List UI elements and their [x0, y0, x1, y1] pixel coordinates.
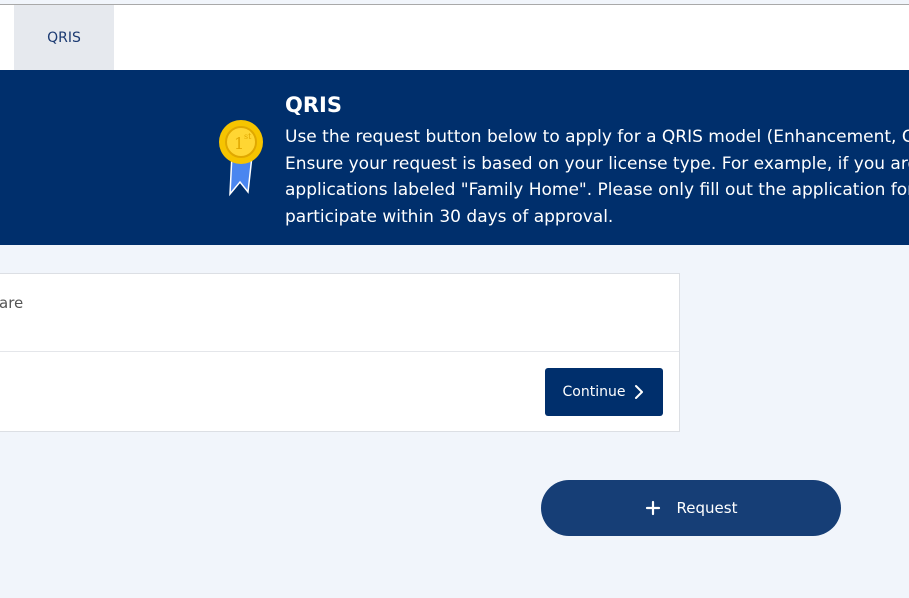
- request-label: Request: [676, 499, 738, 517]
- continue-button[interactable]: Continue: [545, 368, 663, 416]
- plus-icon: [645, 500, 660, 516]
- application-card: are Continue: [0, 273, 680, 432]
- card-partial-text: are: [0, 294, 24, 312]
- tab-bar: QRIS: [0, 5, 909, 70]
- banner-line: applications labeled "Family Home". Plea…: [285, 180, 909, 200]
- banner-line: Ensure your request is based on your lic…: [285, 153, 909, 174]
- chevron-right-icon: [635, 385, 644, 399]
- svg-text:st: st: [244, 132, 252, 141]
- request-button[interactable]: Request: [541, 480, 841, 536]
- banner-description: Use the request button below to apply fo…: [285, 124, 909, 230]
- banner-line: participate within 30 days of approval.: [285, 206, 614, 227]
- award-ribbon-icon: 1 st: [219, 120, 263, 197]
- svg-text:1: 1: [234, 134, 244, 153]
- banner-line: Use the request button below to apply fo…: [285, 127, 909, 147]
- banner-title: QRIS: [285, 93, 342, 117]
- tab-qris[interactable]: QRIS: [14, 5, 114, 70]
- continue-label: Continue: [562, 384, 626, 400]
- card-divider: [0, 351, 679, 352]
- qris-info-banner: 1 st QRIS Use the request button below t…: [0, 70, 909, 245]
